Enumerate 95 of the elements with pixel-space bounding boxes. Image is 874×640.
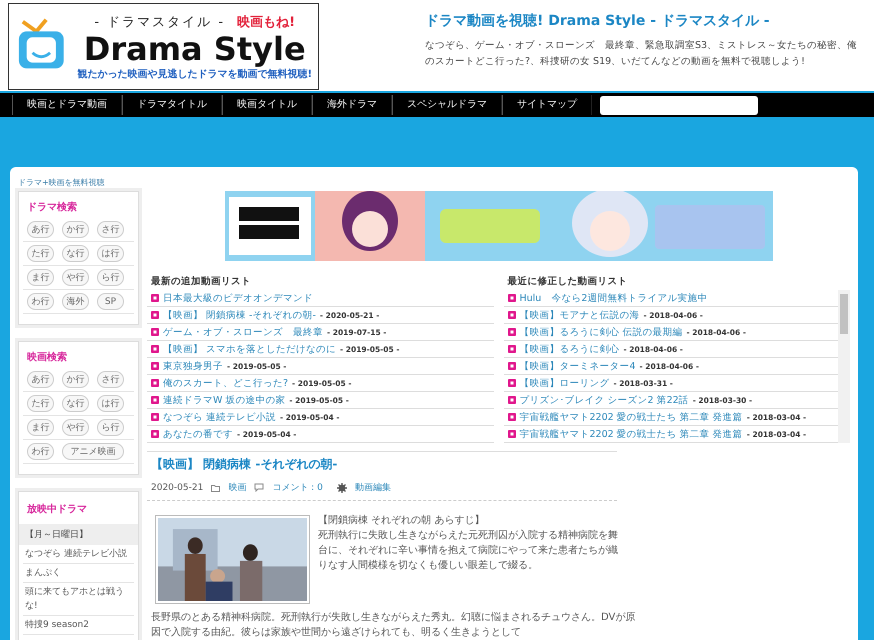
video-link[interactable]: 【映画】ローリング: [520, 376, 610, 390]
video-link[interactable]: なつぞら 連続テレビ小説: [163, 410, 276, 424]
logo-tagline: - ドラマスタイル -: [94, 14, 226, 30]
gear-icon: [336, 482, 347, 492]
comment-icon: [254, 483, 264, 492]
video-link[interactable]: 【映画】 スマホを落としただけなのに: [163, 342, 336, 356]
filter-button[interactable]: 海外: [62, 293, 89, 310]
bullet-icon: [151, 430, 159, 438]
filter-button[interactable]: ら行: [97, 419, 124, 436]
nav-link[interactable]: 映画タイトル: [222, 95, 312, 115]
video-link[interactable]: 【映画】るろうに剣心: [520, 342, 620, 356]
comments-link[interactable]: コメント : 0: [272, 481, 323, 494]
video-link[interactable]: 【映画】るろうに剣心 伝説の最期編: [520, 326, 683, 338]
filter-button[interactable]: た行: [27, 395, 54, 412]
panel-subheading: 【月～日曜日】: [19, 524, 138, 545]
site-logo[interactable]: - ドラマスタイル - 映画もね! Drama Style 観たかった映画や見逃したドラマを動画で無料視聴!: [8, 3, 319, 90]
nav-link[interactable]: サイトマップ: [502, 95, 592, 115]
filter-button[interactable]: わ行: [27, 293, 54, 310]
bullet-icon: [508, 328, 516, 336]
list-heading: 最近に修正した動画リスト: [506, 275, 628, 289]
video-link[interactable]: 俺のスカート、どこ行った?: [163, 376, 288, 390]
bullet-icon: [508, 430, 516, 438]
logo-wordmark: Drama Style: [84, 30, 306, 66]
filter-button[interactable]: あ行: [27, 221, 54, 238]
filter-button[interactable]: ま行: [27, 419, 54, 436]
nav-link[interactable]: 海外ドラマ: [312, 95, 392, 115]
filter-button[interactable]: ま行: [27, 269, 54, 286]
bullet-icon: [151, 362, 159, 370]
filter-button[interactable]: な行: [62, 395, 89, 412]
scrollbar[interactable]: [838, 290, 850, 443]
video-link[interactable]: 連続ドラマW 坂の途中の家: [163, 394, 286, 406]
video-link[interactable]: ゲーム・オブ・スローンズ 最終章: [163, 326, 323, 338]
nav-link[interactable]: 映画とドラマ動画: [12, 95, 122, 115]
video-link[interactable]: 【映画】モアナと伝説の海: [520, 308, 640, 322]
bullet-icon: [151, 311, 159, 319]
filter-button[interactable]: は行: [97, 395, 124, 412]
drama-link[interactable]: まんぷく: [23, 564, 134, 583]
video-link[interactable]: Hulu 今なら2週間無料トライアル実施中: [520, 292, 708, 304]
filter-button[interactable]: SP: [97, 293, 124, 310]
article-text: 長野県のとある精神科病院。死刑執行が失敗し生きながらえた秀丸。幻聴に悩まされるチュウさん。DVが原因で入院する由紀。彼らは家族や世間から遠ざけられても、明るく生きようとして: [150, 610, 636, 640]
bullet-icon: [151, 413, 159, 421]
bullet-icon: [151, 379, 159, 387]
bullet-icon: [508, 311, 516, 319]
bullet-icon: [508, 294, 516, 302]
video-link[interactable]: あなたの番です: [163, 428, 233, 440]
filter-button[interactable]: ら行: [97, 269, 124, 286]
bullet-icon: [508, 413, 516, 421]
post-date: 2020-05-21: [151, 482, 204, 492]
list-heading: 最新の追加動画リスト: [150, 275, 252, 289]
filter-button[interactable]: か行: [62, 371, 89, 388]
video-link[interactable]: 日本最大級のビデオオンデマンド: [163, 292, 313, 304]
drama-link[interactable]: 特捜9 season2: [23, 616, 134, 635]
drama-link[interactable]: なつぞら 連続テレビ小説: [23, 545, 134, 564]
filter-button[interactable]: アニメ映画: [62, 443, 124, 460]
bullet-icon: [151, 328, 159, 336]
video-link[interactable]: プリズン･ブレイク シーズン2 第22話: [520, 394, 689, 406]
bullet-icon: [508, 345, 516, 353]
folder-icon: [211, 484, 220, 492]
article-title: 【映画】 閉鎖病棟 -それぞれの朝-: [147, 451, 617, 479]
bullet-icon: [151, 396, 159, 404]
video-link[interactable]: 宇宙戦艦ヤマト2202 愛の戦士たち 第二章 発進篇: [520, 410, 743, 424]
search-field[interactable]: [600, 96, 758, 114]
filter-button[interactable]: や行: [62, 419, 89, 436]
nav-link[interactable]: スペシャルドラマ: [392, 95, 502, 115]
panel-title: 放映中ドラマ: [26, 502, 88, 517]
bullet-icon: [151, 345, 159, 353]
edit-link[interactable]: 動画編集: [354, 481, 391, 494]
bullet-icon: [151, 294, 159, 302]
drama-link[interactable]: 頭に来てもアホとは戦うな!: [23, 583, 134, 616]
filter-button[interactable]: わ行: [27, 443, 54, 460]
filter-button[interactable]: あ行: [27, 371, 54, 388]
filter-button[interactable]: な行: [62, 245, 89, 262]
panel-title: 映画検索: [26, 350, 68, 365]
filter-button[interactable]: や行: [62, 269, 89, 286]
filter-button[interactable]: か行: [62, 221, 89, 238]
filter-button[interactable]: は行: [97, 245, 124, 262]
filter-button[interactable]: さ行: [97, 221, 124, 238]
bullet-icon: [508, 396, 516, 404]
breadcrumb-link[interactable]: ドラマ+映画を無料視聴: [18, 177, 850, 191]
video-link[interactable]: 【映画】ターミネーター4: [520, 360, 636, 372]
panel-title: ドラマ検索: [26, 200, 78, 215]
site-description: なつぞら、ゲーム・オブ・スローンズ 最終章、緊急取調室S3、ミストレス～女たちの秘密、俺のスカートどこ行った?、科捜研の女 S19、いだてんなどの動画を無料で視聴しよう!: [425, 39, 858, 69]
site-title: ドラマ動画を視聴! Drama Style - ドラマスタイル -: [425, 12, 771, 30]
nav-link[interactable]: ドラマタイトル: [122, 95, 222, 115]
logo-slogan: 観たかった映画や見逃したドラマを動画で無料視聴!: [77, 68, 312, 80]
video-link[interactable]: 【映画】 閉鎖病棟 -それぞれの朝-: [163, 308, 316, 322]
bullet-icon: [508, 379, 516, 387]
video-link[interactable]: 東京独身男子: [163, 360, 223, 372]
synopsis-text: 【閉鎖病棟 それぞれの朝 あらすじ】 死刑執行に失敗し生きながらえた元死刑囚が入院する精神病院を舞台に、それぞれに辛い事情を抱えて病院にやって来た患者たちが織りなす人間模様を切なくも優しい眼差しで綴る。: [318, 514, 618, 573]
filter-button[interactable]: さ行: [97, 371, 124, 388]
category-link[interactable]: 映画: [228, 481, 246, 494]
bullet-icon: [508, 362, 516, 370]
video-link[interactable]: 宇宙戦艦ヤマト2202 愛の戦士たち 第二章 発進篇: [520, 428, 743, 440]
filter-button[interactable]: た行: [27, 245, 54, 262]
logo-subtitle: 映画もね!: [237, 14, 296, 30]
